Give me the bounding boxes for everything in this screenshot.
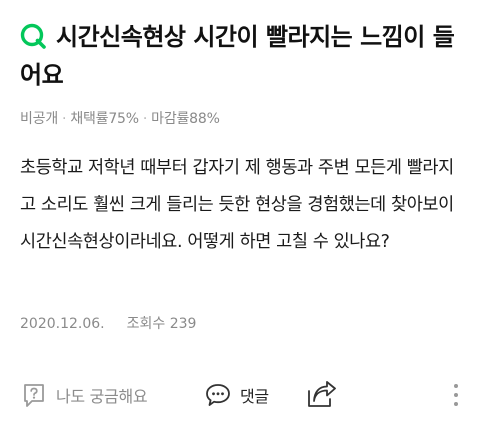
deadline-rate: 마감률88% xyxy=(151,111,220,127)
adoption-rate: 채택률75% xyxy=(70,111,139,127)
question-speech-icon xyxy=(24,384,44,407)
q-logo-icon xyxy=(20,23,46,49)
comment-label: 댓글 xyxy=(240,387,269,406)
share-button[interactable] xyxy=(306,380,338,410)
question-header: 시간신속현상 시간이 빨라지는 느낌이 들어요 xyxy=(20,18,465,94)
share-icon xyxy=(308,381,336,407)
view-count: 조회수 239 xyxy=(126,316,197,332)
meta-separator: · xyxy=(142,111,148,127)
meta-separator: · xyxy=(62,111,67,127)
question-info: 2020.12.06. 조회수 239 xyxy=(20,313,196,333)
visibility-label: 비공개 xyxy=(20,111,59,127)
question-body: 초등학교 저학년 때부터 갑자기 제 행동과 주변 모든게 빨라지고 소리도 훨… xyxy=(20,158,454,252)
question-title: 시간신속현상 시간이 빨라지는 느낌이 들어요 xyxy=(20,23,455,89)
more-vertical-icon xyxy=(454,384,458,406)
question-title-row: 시간신속현상 시간이 빨라지는 느낌이 들어요 xyxy=(20,18,465,94)
question-date: 2020.12.06. xyxy=(20,316,105,332)
comment-bubble-icon xyxy=(206,384,230,406)
comment-button[interactable]: 댓글 xyxy=(204,380,269,410)
question-meta: 비공개 · 채택률75% · 마감률88% xyxy=(20,108,220,128)
more-options-button[interactable] xyxy=(449,380,463,410)
curious-label: 나도 궁금해요 xyxy=(56,387,148,406)
curious-button[interactable]: 나도 궁금해요 xyxy=(22,380,148,410)
action-bar: 나도 궁금해요 댓글 xyxy=(0,370,480,420)
